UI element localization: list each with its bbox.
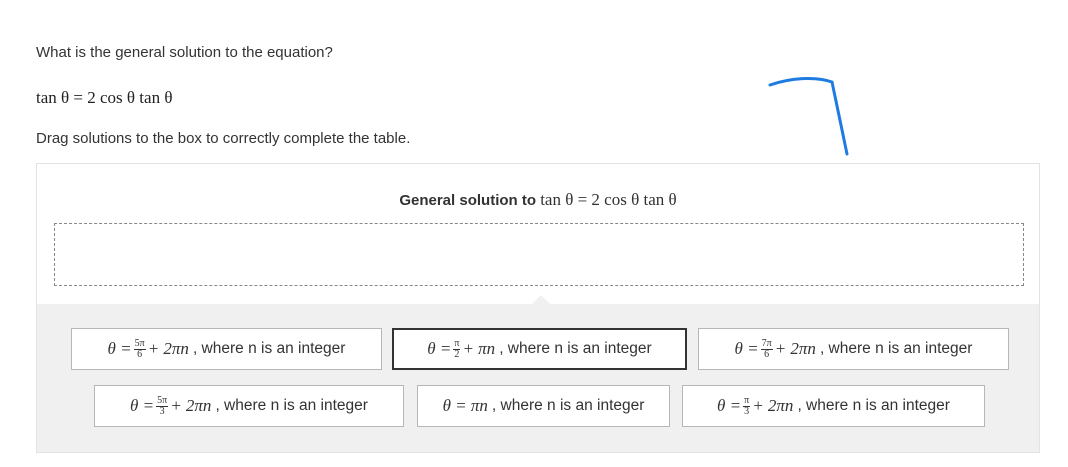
- table-header-label: General solution to: [399, 192, 537, 209]
- fraction-denominator: 3: [744, 405, 750, 417]
- tray-notch: [531, 295, 551, 305]
- fraction-denominator: 6: [137, 348, 143, 360]
- fraction-denominator: 2: [454, 348, 460, 360]
- option-suffix: , where n is an integer: [797, 397, 950, 414]
- option-tile-4[interactable]: θ = 5π 3 + 2πn , where n is an integer: [94, 385, 404, 427]
- option-term: + 2πn: [170, 396, 212, 415]
- fraction-numerator: π: [743, 394, 751, 407]
- pen-annotation: [768, 76, 849, 156]
- option-tile-6[interactable]: θ = π 3 + 2πn , where n is an integer: [682, 385, 985, 427]
- drop-zone[interactable]: [54, 223, 1024, 286]
- fraction-denominator: 6: [764, 348, 770, 360]
- option-suffix: , where n is an integer: [192, 340, 346, 357]
- option-lhs: θ =: [427, 339, 452, 358]
- option-tile-1[interactable]: θ = 5π 6 + 2πn , where n is an integer: [71, 328, 382, 370]
- option-term: + 2πn: [774, 339, 816, 358]
- option-suffix: , where n is an integer: [819, 340, 973, 357]
- option-lhs: θ =: [734, 339, 759, 358]
- fraction-denominator: 3: [159, 405, 165, 417]
- table-header-math: tan θ = 2 cos θ tan θ: [540, 190, 677, 209]
- option-lhs: θ =: [717, 396, 742, 415]
- option-term: + 2πn: [752, 396, 794, 415]
- option-fraction: π 3: [743, 394, 751, 417]
- fraction-numerator: 5π: [156, 394, 169, 407]
- option-tile-5[interactable]: θ = πn , where n is an integer: [417, 385, 670, 427]
- question-text: What is the general solution to the equa…: [36, 44, 333, 61]
- option-fraction: π 2: [453, 337, 461, 360]
- table-header: General solution to tan θ = 2 cos θ tan …: [37, 190, 1039, 210]
- option-lhs: θ =: [130, 396, 155, 415]
- option-fraction: 5π 3: [156, 394, 169, 417]
- instructions-text: Drag solutions to the box to correctly c…: [36, 130, 411, 147]
- drag-drop-panel: General solution to tan θ = 2 cos θ tan …: [36, 163, 1040, 453]
- fraction-numerator: 5π: [133, 337, 146, 350]
- option-suffix: , where n is an integer: [491, 397, 645, 414]
- option-fraction: 7π 6: [760, 337, 773, 360]
- option-term: + πn: [462, 339, 496, 358]
- fraction-numerator: π: [453, 337, 461, 350]
- equation: tan θ = 2 cos θ tan θ: [36, 88, 173, 107]
- fraction-numerator: 7π: [760, 337, 773, 350]
- option-fraction: 5π 6: [133, 337, 146, 360]
- option-tile-3[interactable]: θ = 7π 6 + 2πn , where n is an integer: [698, 328, 1009, 370]
- option-suffix: , where n is an integer: [499, 340, 652, 357]
- option-lhs: θ =: [107, 339, 132, 358]
- options-tray: θ = 5π 6 + 2πn , where n is an integer θ…: [37, 295, 1039, 452]
- option-term: + 2πn: [147, 339, 189, 358]
- option-lhs: θ = πn: [442, 396, 488, 415]
- option-suffix: , where n is an integer: [215, 397, 368, 414]
- option-tile-2[interactable]: θ = π 2 + πn , where n is an integer: [392, 328, 687, 370]
